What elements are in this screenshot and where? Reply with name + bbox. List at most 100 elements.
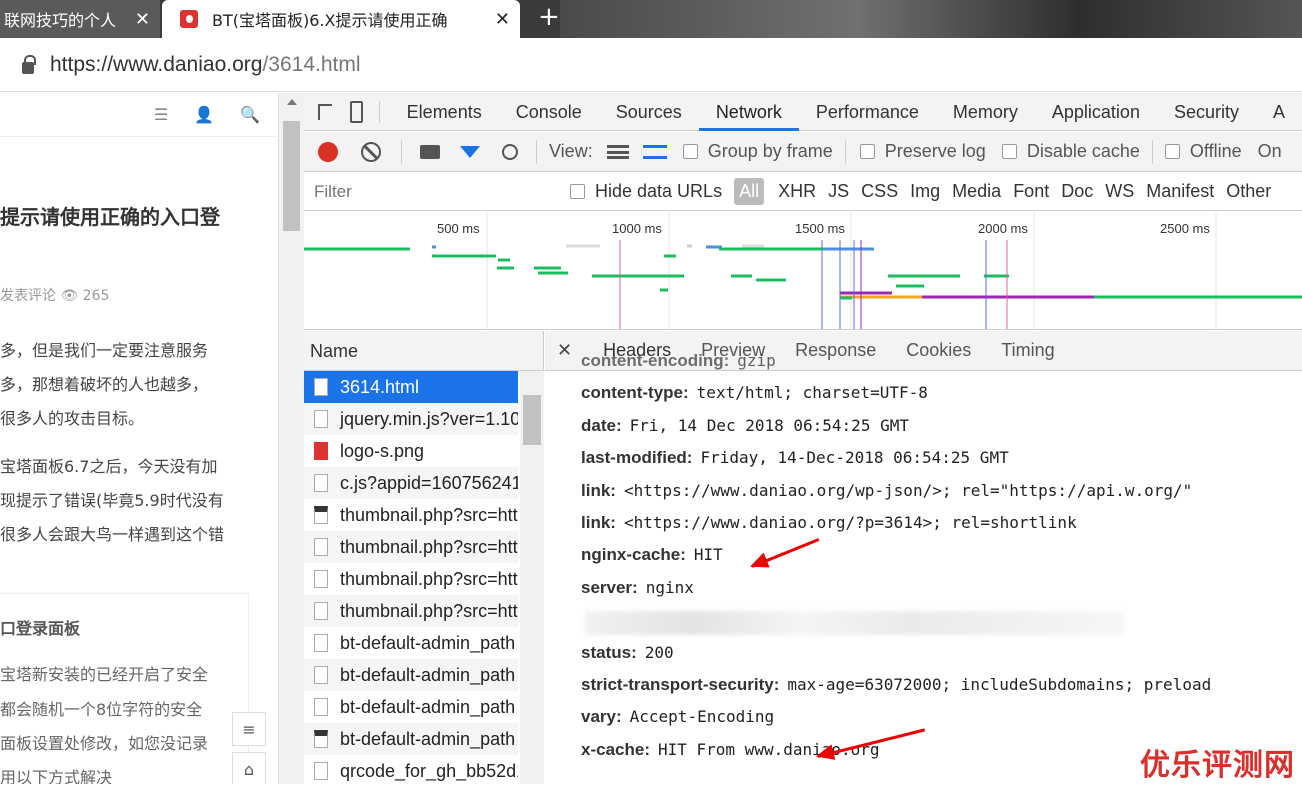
- clear-icon[interactable]: [361, 141, 381, 162]
- request-row[interactable]: thumbnail.php?src=htt: [304, 531, 518, 563]
- hide-data-urls-checkbox[interactable]: Hide data URLs: [570, 181, 722, 202]
- filter-type-font[interactable]: Font: [1013, 181, 1049, 202]
- scroll-thumb[interactable]: [283, 121, 300, 231]
- tab-security[interactable]: Security: [1157, 93, 1256, 131]
- paragraph-line: 很多人会跟大鸟一样遇到这个错: [0, 525, 225, 544]
- page-scrollbar[interactable]: [278, 93, 304, 784]
- url-text[interactable]: https://www.daniao.org/3614.html: [50, 53, 361, 77]
- devtools-tabbar: Elements Console Sources Network Perform…: [304, 93, 1302, 131]
- list-float-button[interactable]: ≡: [232, 712, 266, 746]
- request-row[interactable]: c.js?appid=160756241: [304, 467, 518, 499]
- browser-tab-1[interactable]: 联网技巧的个人 ✕: [0, 0, 160, 38]
- address-bar[interactable]: https://www.daniao.org/3614.html: [0, 38, 1302, 92]
- header-key: server:: [581, 577, 638, 597]
- request-name: bt-default-admin_path: [340, 664, 516, 685]
- device-toolbar-icon[interactable]: [350, 100, 363, 123]
- tab-network[interactable]: Network: [698, 93, 799, 131]
- tab-sources[interactable]: Sources: [599, 93, 699, 131]
- filter-type-js[interactable]: JS: [828, 181, 849, 202]
- browser-tab-2[interactable]: BT(宝塔面板)6.X提示请使用正确 ✕: [162, 0, 520, 38]
- timeline-graph: 500 ms 1000 ms 1500 ms 2000 ms 2500 ms: [304, 212, 1302, 329]
- request-name: thumbnail.php?src=htt: [340, 504, 518, 525]
- request-name: bt-default-admin_path: [340, 632, 516, 653]
- filter-type-doc[interactable]: Doc: [1061, 181, 1093, 202]
- network-overview-timeline[interactable]: 500 ms 1000 ms 1500 ms 2000 ms 2500 ms: [304, 212, 1302, 330]
- request-row[interactable]: qrcode_for_gh_bb52d1: [304, 755, 518, 787]
- record-icon[interactable]: [318, 141, 338, 162]
- header-value: max-age=63072000; includeSubdomains; pre…: [787, 674, 1212, 694]
- filter-type-ws[interactable]: WS: [1105, 181, 1134, 202]
- box-title: 口登录面板: [0, 619, 81, 638]
- name-column-header[interactable]: Name: [304, 331, 543, 371]
- waterfall-overview-icon[interactable]: [642, 144, 667, 159]
- scroll-up-arrow-icon[interactable]: [287, 99, 297, 105]
- request-row[interactable]: thumbnail.php?src=htt: [304, 499, 518, 531]
- request-name: c.js?appid=160756241: [340, 472, 518, 493]
- throttling-select[interactable]: On: [1258, 141, 1282, 162]
- menu-icon[interactable]: ☰: [154, 105, 168, 124]
- close-icon[interactable]: ✕: [495, 9, 510, 30]
- request-row[interactable]: bt-default-admin_path: [304, 659, 518, 691]
- divider: [401, 139, 402, 164]
- offline-checkbox[interactable]: Offline: [1164, 141, 1242, 162]
- tab-memory[interactable]: Memory: [936, 93, 1035, 131]
- header-line: nginx-cache: HIT: [581, 539, 1211, 571]
- filter-type-img[interactable]: Img: [910, 181, 940, 202]
- header-value: text/html; charset=UTF-8: [696, 383, 928, 403]
- request-row[interactable]: logo-s.png: [304, 435, 518, 467]
- filter-type-manifest[interactable]: Manifest: [1146, 181, 1214, 202]
- filter-type-css[interactable]: CSS: [861, 181, 898, 202]
- request-name: logo-s.png: [340, 440, 425, 461]
- tab-application[interactable]: Application: [1035, 93, 1157, 131]
- file-icon: [314, 538, 328, 556]
- header-key: nginx-cache:: [581, 545, 686, 565]
- header-value: Accept-Encoding: [629, 707, 775, 727]
- filter-type-xhr[interactable]: XHR: [778, 181, 816, 202]
- inspect-element-icon[interactable]: [318, 103, 333, 120]
- tab-title: BT(宝塔面板)6.X提示请使用正确: [212, 11, 448, 30]
- request-row[interactable]: thumbnail.php?src=htt: [304, 563, 518, 595]
- large-rows-icon[interactable]: [606, 144, 629, 159]
- filter-icon[interactable]: [460, 145, 480, 158]
- preserve-log-checkbox[interactable]: Preserve log: [859, 141, 986, 162]
- request-list-scrollbar[interactable]: [520, 371, 544, 784]
- search-icon[interactable]: [502, 143, 518, 160]
- request-row[interactable]: bt-default-admin_path: [304, 627, 518, 659]
- tab-performance[interactable]: Performance: [799, 93, 936, 131]
- paragraph-line: 多，那想着破坏的人也越多，: [0, 375, 209, 394]
- tab-elements[interactable]: Elements: [390, 93, 499, 131]
- tab-console[interactable]: Console: [499, 93, 599, 131]
- filter-type-all[interactable]: All: [734, 178, 765, 205]
- new-tab-button[interactable]: +: [538, 2, 560, 32]
- tick-1500ms: 1500 ms: [795, 221, 845, 236]
- tick-1000ms: 1000 ms: [612, 221, 662, 236]
- header-key: last-modified:: [581, 448, 693, 468]
- request-row[interactable]: bt-default-admin_path: [304, 723, 518, 755]
- tick-2500ms: 2500 ms: [1160, 221, 1210, 236]
- request-name: qrcode_for_gh_bb52d1: [340, 760, 518, 781]
- request-row[interactable]: bt-default-admin_path: [304, 691, 518, 723]
- filter-type-media[interactable]: Media: [952, 181, 1001, 202]
- lock-icon[interactable]: [22, 54, 36, 74]
- close-icon[interactable]: ✕: [557, 340, 572, 361]
- request-row[interactable]: 3614.html: [304, 371, 518, 403]
- disable-cache-checkbox[interactable]: Disable cache: [1001, 141, 1140, 162]
- user-icon[interactable]: 👤: [194, 105, 214, 124]
- scroll-thumb[interactable]: [523, 395, 541, 445]
- file-icon: [314, 410, 328, 428]
- header-key: vary:: [581, 707, 622, 727]
- home-float-button[interactable]: ⌂: [232, 752, 266, 784]
- request-row[interactable]: jquery.min.js?ver=1.10.: [304, 403, 518, 435]
- article-meta: 发表评论 👁 265: [0, 288, 110, 304]
- tab-more[interactable]: A: [1256, 93, 1302, 131]
- box-line: 用以下方式解决: [0, 768, 113, 784]
- group-by-frame-checkbox[interactable]: Group by frame: [682, 141, 833, 162]
- header-value: Fri, 14 Dec 2018 06:54:25 GMT: [629, 415, 909, 435]
- screenshot-camera-icon[interactable]: [420, 144, 440, 159]
- search-icon[interactable]: 🔍: [240, 105, 260, 124]
- filter-type-other[interactable]: Other: [1226, 181, 1271, 202]
- request-row[interactable]: thumbnail.php?src=htt: [304, 595, 518, 627]
- filter-input[interactable]: [308, 176, 558, 207]
- header-key: x-cache:: [581, 739, 650, 759]
- close-icon[interactable]: ✕: [135, 9, 150, 30]
